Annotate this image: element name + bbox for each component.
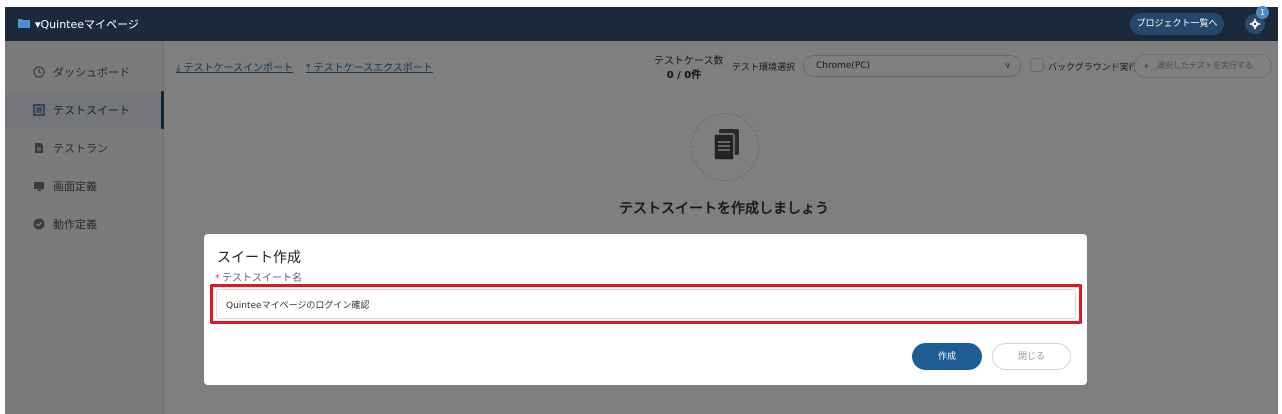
suite-name-label: * テストスイート名 xyxy=(215,269,302,284)
gear-icon xyxy=(1249,18,1261,30)
notification-badge: 1 xyxy=(1256,6,1269,19)
modal-title: スイート作成 xyxy=(217,250,301,266)
close-button[interactable]: 閉じる xyxy=(992,343,1071,370)
suite-name-label-text: テストスイート名 xyxy=(222,273,302,284)
required-mark: * xyxy=(215,273,220,284)
folder-icon xyxy=(18,19,30,28)
project-title[interactable]: ▾Quinteeマイページ xyxy=(35,16,139,32)
create-button[interactable]: 作成 xyxy=(912,343,982,370)
suite-name-input[interactable] xyxy=(216,289,1076,319)
project-list-button[interactable]: プロジェクト一覧へ xyxy=(1130,13,1224,35)
create-suite-modal: スイート作成 *テストスイート名 作成 閉じる xyxy=(204,234,1087,385)
top-bar: ▾Quinteeマイページ プロジェクト一覧へ 1 xyxy=(5,6,1278,41)
